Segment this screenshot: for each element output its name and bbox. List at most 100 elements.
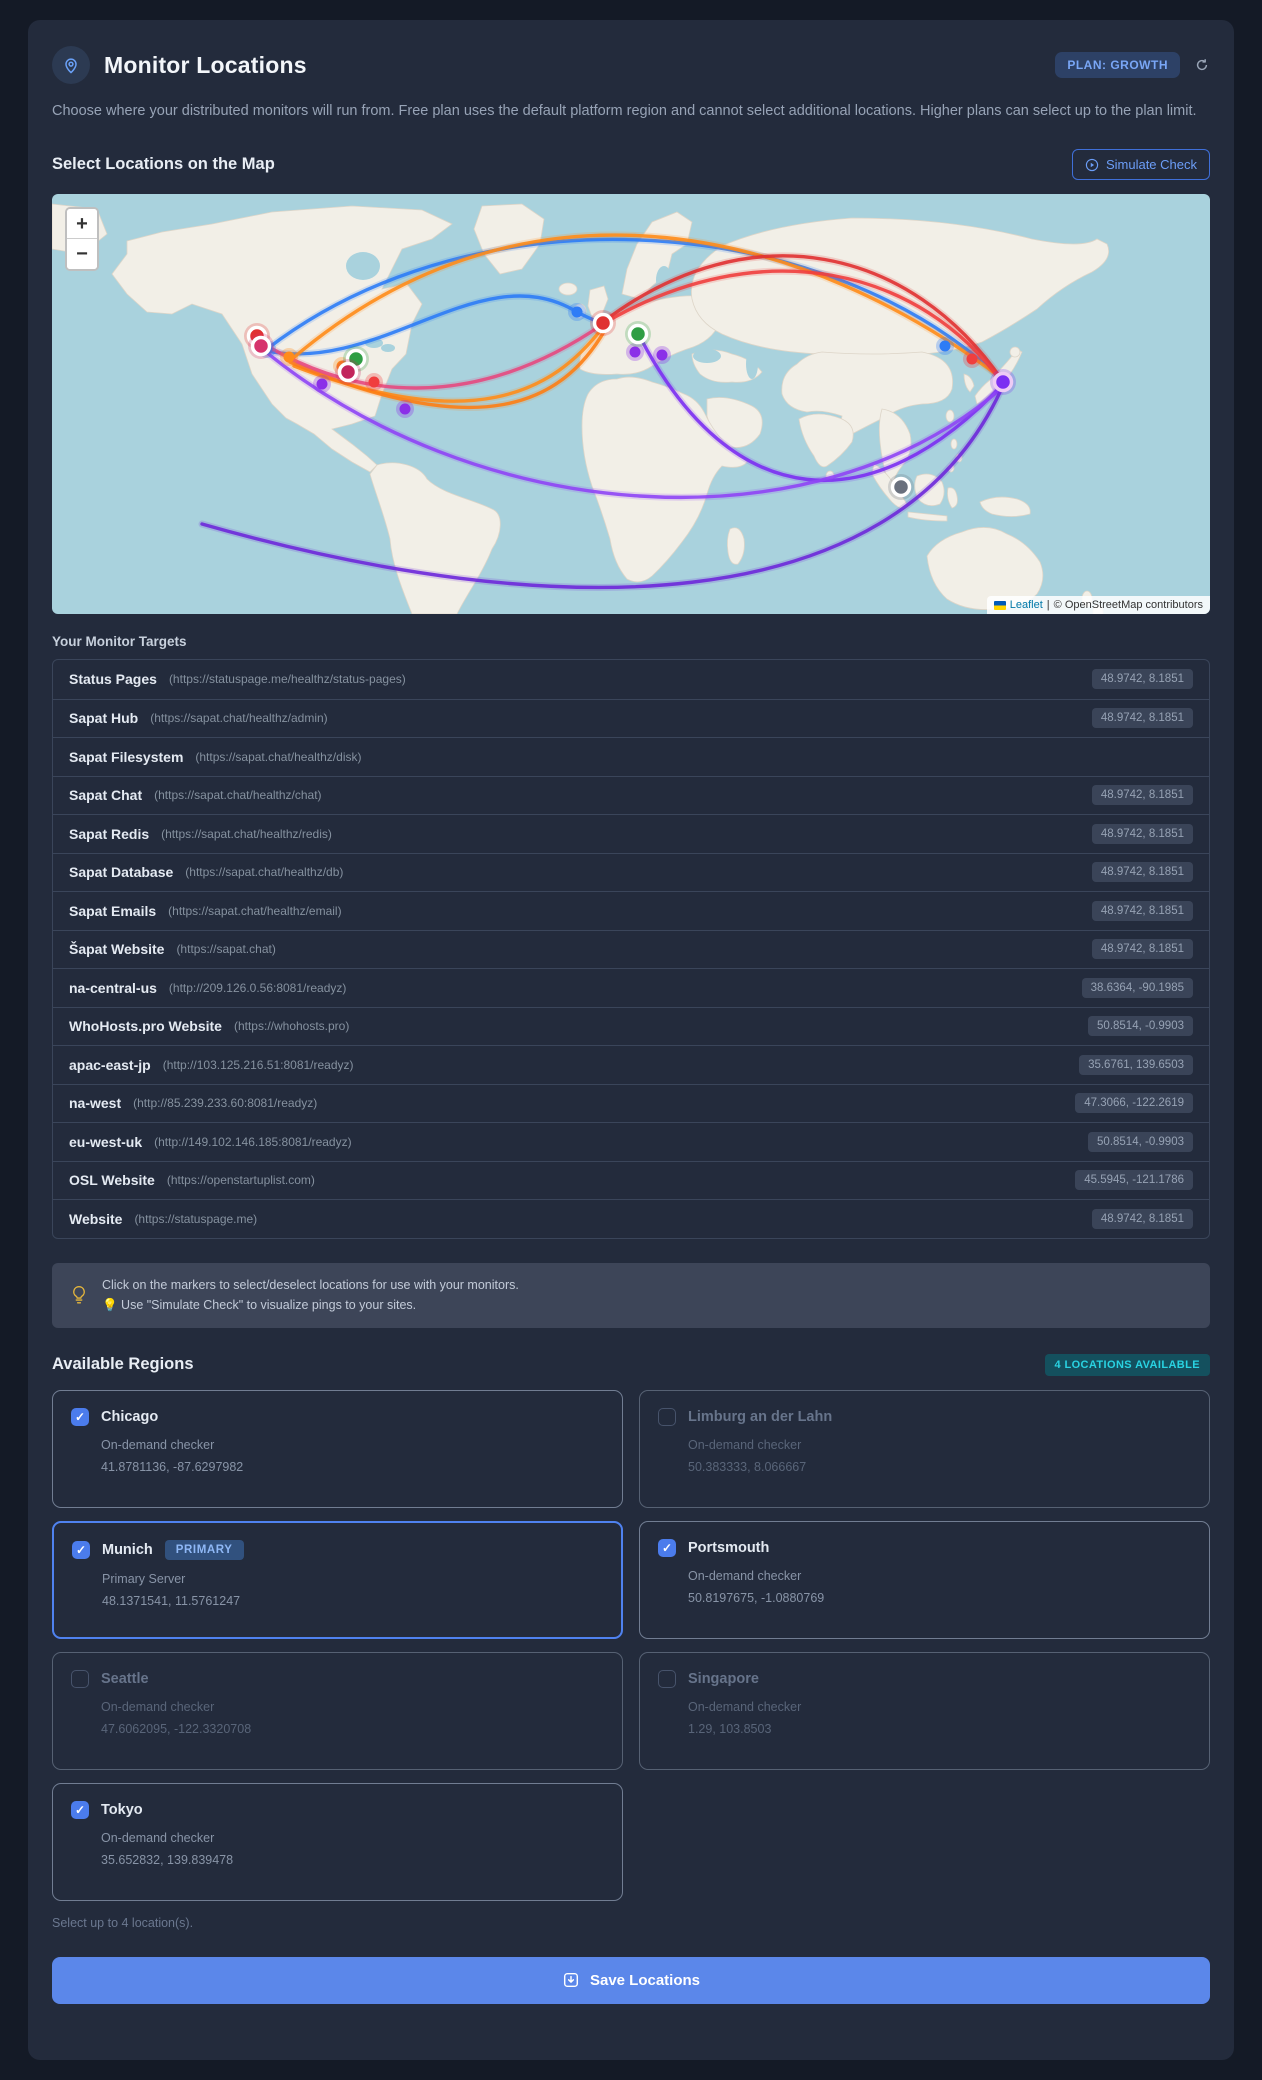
- target-coordinates-badge: 45.5945, -121.1786: [1075, 1170, 1193, 1191]
- region-type: Primary Server: [102, 1571, 186, 1586]
- target-coordinates-badge: 50.8514, -0.9903: [1088, 1131, 1193, 1152]
- target-name: Sapat Redis: [69, 825, 150, 842]
- target-name: Sapat Chat: [69, 787, 143, 804]
- map-landmasses: [52, 203, 1110, 615]
- target-name: na-central-us: [69, 979, 157, 996]
- ping-dot: [399, 403, 411, 415]
- table-row: Sapat Hub (https://sapat.chat/healthz/adm…: [53, 698, 1209, 738]
- monitor-locations-panel: Monitor Locations PLAN: GROWTH Choose wh…: [28, 20, 1234, 2060]
- table-row: Website (https://statuspage.me) 48.9742, 8…: [53, 1199, 1209, 1238]
- targets-heading: Your Monitor Targets: [52, 634, 187, 650]
- region-card-limburg-an-der-lahn[interactable]: Limburg an der Lahn On-demand checker 50.3…: [639, 1389, 1210, 1508]
- simulate-check-button[interactable]: Simulate Check: [1071, 149, 1210, 181]
- marker-hood-river[interactable]: [250, 335, 272, 357]
- target-coordinates-badge: 50.8514, -0.9903: [1088, 1016, 1193, 1037]
- region-name: Chicago: [101, 1408, 159, 1425]
- target-url: (http://209.126.0.56:8081/readyz): [168, 980, 347, 995]
- target-coordinates-badge: 48.9742, 8.1851: [1091, 900, 1193, 921]
- region-card-seattle[interactable]: Seattle On-demand checker 47.6062095, -122…: [52, 1651, 623, 1770]
- target-url: (http://103.125.216.51:8081/readyz): [162, 1057, 354, 1072]
- ping-dot: [283, 351, 295, 363]
- region-checkbox[interactable]: ✓: [71, 1800, 89, 1819]
- target-url: (https://statuspage.me): [134, 1211, 258, 1226]
- monitor-targets-list: Status Pages (https://statuspage.me/healt…: [52, 659, 1210, 1239]
- table-row: Sapat Chat (https://sapat.chat/healthz/ch…: [53, 775, 1209, 815]
- table-row: na-central-us (http://209.126.0.56:8081/r…: [53, 968, 1209, 1007]
- region-checkbox[interactable]: [658, 1669, 676, 1688]
- region-card-chicago[interactable]: ✓ Chicago On-demand checker 41.8781136, -87…: [52, 1389, 623, 1508]
- table-row: Sapat Filesystem (https://sapat.chat/heal…: [53, 737, 1209, 776]
- target-url: (https://openstartuplist.com): [166, 1173, 315, 1188]
- target-coordinates-badge: 48.9742, 8.1851: [1091, 862, 1193, 883]
- table-row: na-west (http://85.239.233.60:8081/readyz…: [53, 1083, 1209, 1123]
- region-type: On-demand checker: [688, 1568, 802, 1583]
- target-url: (http://149.102.146.185:8081/readyz): [154, 1134, 352, 1149]
- region-checkbox[interactable]: ✓: [72, 1540, 90, 1559]
- region-name: Portsmouth: [688, 1539, 770, 1556]
- ping-dot: [656, 349, 668, 361]
- target-url: (https://sapat.chat/healthz/disk): [195, 749, 362, 764]
- region-name: Munich: [102, 1541, 153, 1558]
- refresh-icon[interactable]: [1194, 57, 1210, 73]
- page-title: Monitor Locations: [104, 51, 307, 78]
- table-row: Status Pages (https://statuspage.me/healt…: [53, 660, 1209, 699]
- region-card-singapore[interactable]: Singapore On-demand checker 1.29, 103.8503: [639, 1651, 1210, 1770]
- target-name: Sapat Hub: [69, 710, 139, 727]
- region-card-portsmouth[interactable]: ✓ Portsmouth On-demand checker 50.8197675, …: [639, 1520, 1210, 1639]
- save-icon: [562, 1971, 580, 1989]
- map-zoom-out-button[interactable]: −: [67, 239, 97, 270]
- leaflet-link[interactable]: Leaflet: [1010, 599, 1043, 611]
- target-name: WhoHosts.pro Website: [69, 1018, 222, 1035]
- region-coordinates: 35.652832, 139.839478: [101, 1852, 234, 1867]
- region-checkbox[interactable]: ✓: [658, 1538, 676, 1557]
- region-checkbox[interactable]: [71, 1669, 89, 1688]
- marker-singapore[interactable]: [890, 476, 912, 498]
- map[interactable]: + − Leaflet | © OpenStreetMap contributo…: [52, 194, 1210, 615]
- primary-badge: PRIMARY: [164, 1539, 244, 1560]
- target-name: Sapat Database: [69, 864, 174, 881]
- plan-badge: PLAN: GROWTH: [1055, 52, 1180, 78]
- save-locations-button[interactable]: Save Locations: [52, 1956, 1210, 2004]
- ping-dot: [316, 378, 328, 390]
- marker-tokyo[interactable]: [992, 371, 1014, 393]
- target-url: (https://sapat.chat/healthz/email): [168, 903, 342, 918]
- target-url: (https://sapat.chat/healthz/chat): [154, 788, 322, 803]
- table-row: Sapat Emails (https://sapat.chat/healthz/…: [53, 891, 1209, 930]
- region-checkbox[interactable]: [658, 1407, 676, 1426]
- table-row: Sapat Redis (https://sapat.chat/healthz/r…: [53, 814, 1209, 853]
- region-coordinates: 41.8781136, -87.6297982: [101, 1459, 244, 1474]
- table-row: Sapat Database (https://sapat.chat/health…: [53, 852, 1209, 892]
- region-card-tokyo[interactable]: ✓ Tokyo On-demand checker 35.652832, 139.83…: [52, 1782, 623, 1901]
- tip-line-1: Click on the markers to select/deselect …: [102, 1277, 519, 1292]
- tip-box: Click on the markers to select/deselect …: [52, 1262, 1210, 1328]
- target-name: Sapat Filesystem: [69, 748, 184, 765]
- target-url: (https://sapat.chat/healthz/db): [185, 865, 344, 880]
- region-coordinates: 50.383333, 8.066667: [688, 1459, 807, 1474]
- region-coordinates: 50.8197675, -1.0880769: [688, 1590, 825, 1605]
- region-type: On-demand checker: [101, 1830, 215, 1845]
- map-section-heading: Select Locations on the Map: [52, 155, 275, 174]
- target-coordinates-badge: 47.3066, -122.2619: [1075, 1093, 1193, 1114]
- selection-limit-note: Select up to 4 location(s).: [52, 1915, 194, 1930]
- region-name: Tokyo: [101, 1801, 143, 1818]
- region-type: On-demand checker: [688, 1699, 802, 1714]
- target-name: eu-west-uk: [69, 1133, 143, 1150]
- target-name: Šapat Website: [69, 941, 165, 958]
- marker-st-louis[interactable]: [337, 361, 359, 383]
- region-name: Singapore: [688, 1670, 759, 1687]
- target-coordinates-badge: 48.9742, 8.1851: [1091, 708, 1193, 729]
- region-grid: ✓ Chicago On-demand checker 41.8781136, -87…: [52, 1389, 1210, 1901]
- map-zoom-in-button[interactable]: +: [67, 209, 97, 240]
- target-url: (https://sapat.chat/healthz/redis): [161, 826, 332, 841]
- target-coordinates-badge: 38.6364, -90.1985: [1081, 977, 1193, 998]
- target-url: (https://statuspage.me/healthz/status-pa…: [168, 672, 406, 687]
- target-url: (https://whohosts.pro): [233, 1019, 350, 1034]
- marker-munich[interactable]: [627, 323, 649, 345]
- marker-portsmouth[interactable]: [592, 312, 614, 334]
- table-row: OSL Website (https://openstartuplist.com)…: [53, 1160, 1209, 1200]
- region-checkbox[interactable]: ✓: [71, 1407, 89, 1426]
- target-name: Sapat Emails: [69, 902, 157, 919]
- regions-heading: Available Regions: [52, 1355, 194, 1374]
- target-name: OSL Website: [69, 1172, 155, 1189]
- region-card-munich[interactable]: ✓ Munich PRIMARY Primary Server 48.1371541, …: [52, 1520, 623, 1639]
